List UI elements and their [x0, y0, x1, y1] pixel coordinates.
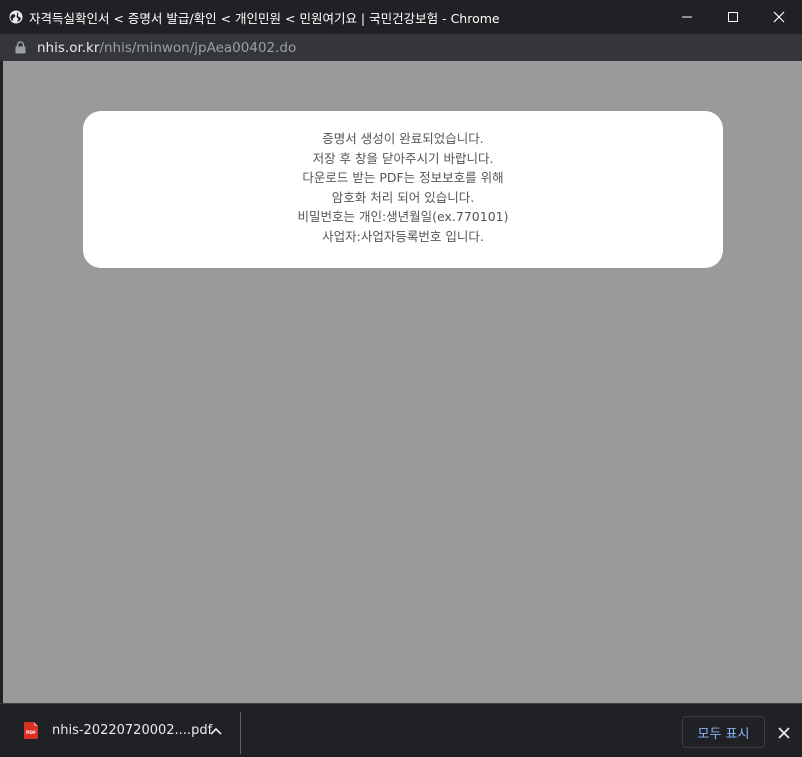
- globe-icon: [9, 10, 23, 24]
- close-icon: [773, 11, 785, 23]
- message-line: 암호화 처리 되어 있습니다.: [331, 189, 475, 205]
- window-controls: [664, 0, 802, 34]
- window-title: 자격득실확인서 < 증명서 발급/확인 < 개인민원 < 민원여기요 | 국민건…: [29, 10, 500, 26]
- browser-window: 자격득실확인서 < 증명서 발급/확인 < 개인민원 < 민원여기요 | 국민건…: [0, 0, 802, 757]
- minimize-button[interactable]: [664, 0, 710, 34]
- pdf-file-icon: PDF: [24, 722, 38, 739]
- url-path: /nhis/minwon/jpAea00402.do: [99, 39, 297, 56]
- close-icon: [778, 727, 790, 739]
- download-bar: PDF nhis-20220720002....pdf 모두 표시: [0, 703, 802, 757]
- close-download-bar-button[interactable]: [776, 725, 792, 741]
- minimize-icon: [682, 16, 692, 18]
- close-window-button[interactable]: [756, 0, 802, 34]
- download-options-button[interactable]: [208, 724, 224, 738]
- lock-icon: [15, 41, 26, 54]
- show-all-button[interactable]: 모두 표시: [682, 716, 765, 748]
- maximize-icon: [728, 12, 738, 22]
- svg-text:PDF: PDF: [26, 730, 36, 736]
- maximize-button[interactable]: [710, 0, 756, 34]
- download-item[interactable]: PDF nhis-20220720002....pdf: [0, 704, 240, 757]
- download-file-name: nhis-20220720002....pdf: [52, 723, 213, 738]
- message-line: 다운로드 받는 PDF는 정보보호를 위해: [302, 170, 504, 186]
- message-line: 저장 후 창을 닫아주시기 바랍니다.: [312, 150, 494, 166]
- message-line: 비밀번호는 개인:생년월일(ex.770101): [297, 209, 509, 225]
- chevron-up-icon: [210, 727, 222, 735]
- address-bar[interactable]: nhis.or.kr/nhis/minwon/jpAea00402.do: [0, 34, 802, 61]
- message-line: 증명서 생성이 완료되었습니다.: [322, 131, 484, 146]
- message-line: 사업자:사업자등록번호 입니다.: [322, 228, 484, 244]
- url-domain: nhis.or.kr: [37, 39, 100, 56]
- page-content: 증명서 생성이 완료되었습니다. 저장 후 창을 닫아주시기 바랍니다. 다운로…: [3, 61, 802, 703]
- completion-message-dialog: 증명서 생성이 완료되었습니다. 저장 후 창을 닫아주시기 바랍니다. 다운로…: [83, 111, 723, 268]
- download-divider: [240, 712, 241, 754]
- title-bar: 자격득실확인서 < 증명서 발급/확인 < 개인민원 < 민원여기요 | 국민건…: [0, 0, 802, 34]
